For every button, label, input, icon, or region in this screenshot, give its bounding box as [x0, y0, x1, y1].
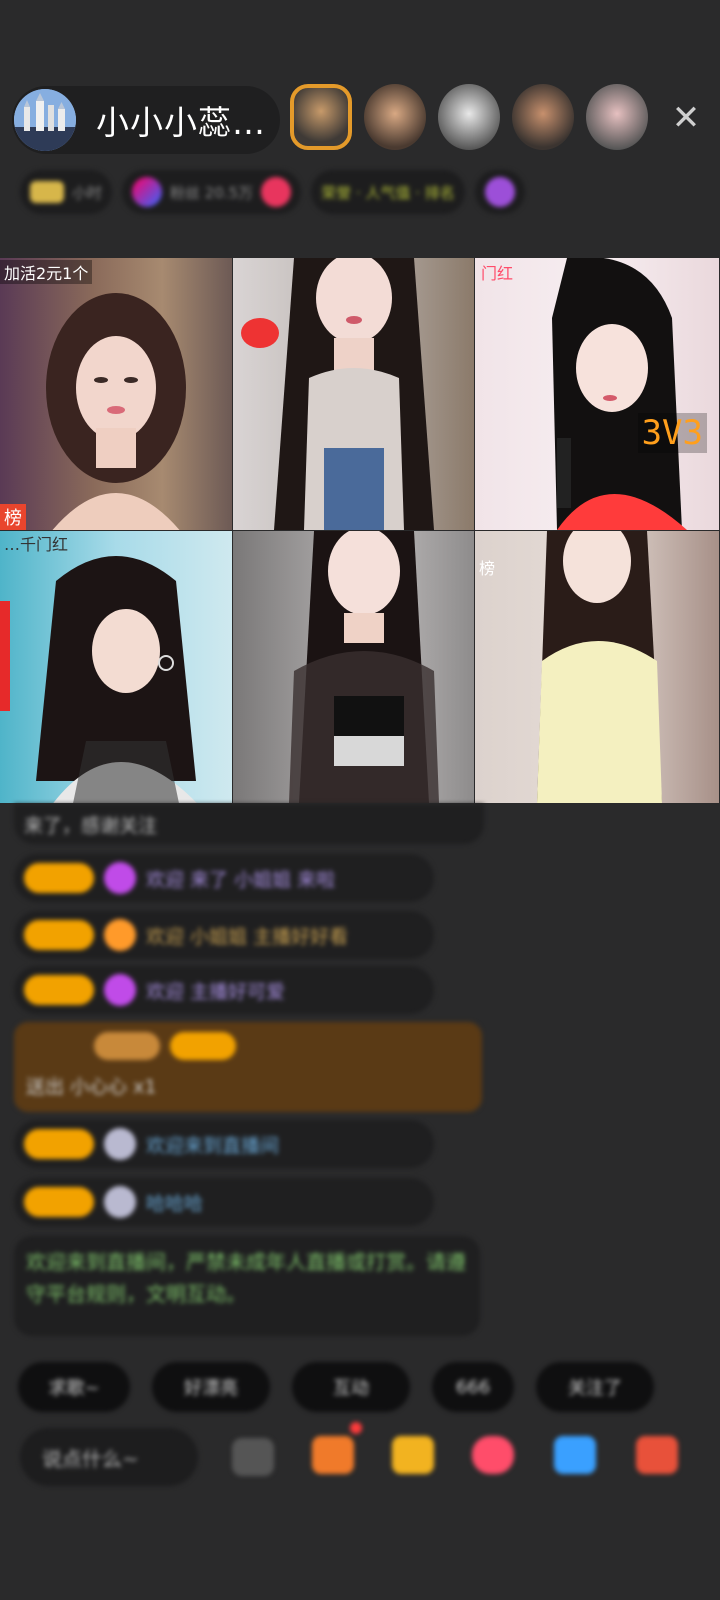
- fan-icon: [104, 919, 136, 951]
- multi-guest-video-grid: 加活2元1个 榜 门红 3V3 …千门红 榜: [0, 258, 720, 804]
- follow-icon[interactable]: [261, 177, 292, 207]
- user-icon: [104, 1186, 136, 1218]
- chat-text: 欢迎 小姐姐 主播好好看: [146, 925, 349, 948]
- chat-text: 哈哈哈: [146, 1192, 204, 1215]
- viewer-avatar-top[interactable]: [290, 84, 352, 150]
- streamer-image: [273, 258, 434, 530]
- diamond-icon: [104, 862, 136, 894]
- hour-rank-label: 小时: [72, 183, 103, 202]
- chat-message[interactable]: 来了，感谢关注: [14, 804, 484, 844]
- fans-label: 粉丝 20.5万: [170, 183, 254, 202]
- streamer-image: [46, 293, 186, 530]
- diamond-icon: [104, 974, 136, 1006]
- chat-message[interactable]: 欢迎 主播好可爱: [14, 966, 434, 1014]
- system-notice-text: 欢迎来到直播间，严禁未成年人直播或打赏。请遵守平台规则，文明互动。: [26, 1250, 466, 1306]
- rank-badge[interactable]: 榜: [0, 504, 26, 530]
- chat-icon[interactable]: [554, 1436, 596, 1474]
- cell-tag: 门红: [481, 264, 514, 283]
- viewer-avatar[interactable]: [512, 84, 574, 150]
- video-cell-1[interactable]: 加活2元1个 榜: [0, 258, 233, 531]
- sticker-icon: [241, 318, 279, 348]
- quick-phrase-button[interactable]: 666: [432, 1362, 514, 1412]
- castle-image: [14, 89, 76, 151]
- host-avatar[interactable]: [14, 89, 76, 151]
- honor-pill[interactable]: 荣誉 · 人气值 · 排名: [311, 170, 465, 214]
- video-cell-4[interactable]: …千门红: [0, 531, 233, 804]
- gift-badge: [94, 1032, 160, 1060]
- viewer-avatar[interactable]: [438, 84, 500, 150]
- streamer-image: [537, 531, 662, 803]
- level-badge: [24, 1129, 94, 1159]
- chat-message[interactable]: 欢迎 来了 小姐姐 来啦: [14, 854, 434, 902]
- level-badge: [24, 920, 94, 950]
- chat-text: 欢迎 主播好可爱: [146, 980, 286, 1003]
- level-badge: [170, 1032, 236, 1060]
- rank-icon: [30, 181, 64, 203]
- live-room-screen: 小小小蕊… ✕ 小时 粉丝 20.5万 荣誉 · 人气值 · 排名 加活2元1个…: [0, 0, 720, 1600]
- gift-icon: [484, 177, 515, 207]
- hour-rank-pill[interactable]: 小时: [20, 170, 113, 214]
- quick-phrase-button[interactable]: 关注了: [536, 1362, 654, 1412]
- gift-box-icon[interactable]: [312, 1436, 354, 1474]
- user-icon: [104, 1128, 136, 1160]
- system-notice: 欢迎来到直播间，严禁未成年人直播或打赏。请遵守平台规则，文明互动。: [14, 1236, 480, 1336]
- chat-text: 欢迎来到直播间: [146, 1134, 280, 1157]
- cell-tag: 榜: [479, 559, 496, 578]
- fans-pill[interactable]: 粉丝 20.5万: [122, 170, 302, 214]
- chat-text: 来了，感谢关注: [24, 814, 158, 837]
- quick-phrase-button[interactable]: 互动: [292, 1362, 410, 1412]
- gift-icon[interactable]: [392, 1436, 434, 1474]
- close-icon[interactable]: ✕: [666, 98, 706, 138]
- quick-phrase-button[interactable]: 求歌~: [18, 1362, 130, 1412]
- quick-phrase-button[interactable]: 好漂亮: [152, 1362, 270, 1412]
- gift-message[interactable]: 送出 小心心 x1: [14, 1022, 482, 1112]
- level-badge: [24, 863, 94, 893]
- chat-text: 欢迎 来了 小姐姐 来啦: [146, 868, 336, 891]
- level-badge: [24, 1187, 94, 1217]
- chat-message[interactable]: 欢迎来到直播间: [14, 1120, 434, 1168]
- level-badge: [24, 975, 94, 1005]
- banner-icon: [0, 601, 10, 711]
- viewer-avatar[interactable]: [364, 84, 426, 150]
- comment-input[interactable]: 说点什么~: [20, 1428, 198, 1486]
- notification-dot: [350, 1422, 362, 1434]
- cell-tag: …千门红: [4, 535, 69, 554]
- more-pill[interactable]: [474, 170, 525, 214]
- video-cell-2[interactable]: [233, 258, 475, 531]
- cell-tag: 加活2元1个: [0, 260, 93, 284]
- emoji-icon[interactable]: [232, 1438, 274, 1476]
- video-cell-3[interactable]: 门红 3V3: [475, 258, 720, 531]
- top-viewers: [290, 84, 648, 150]
- video-cell-6[interactable]: 榜: [475, 531, 720, 804]
- fans-icon: [132, 177, 163, 207]
- quick-phrases: 求歌~ 好漂亮 互动 666 关注了: [18, 1362, 654, 1412]
- streamer-image: [288, 531, 439, 803]
- host-info-pill[interactable]: 小小小蕊…: [12, 86, 280, 154]
- lucky-icon[interactable]: [472, 1436, 514, 1474]
- host-name[interactable]: 小小小蕊…: [96, 96, 266, 144]
- more-icon[interactable]: [636, 1436, 678, 1474]
- viewer-avatar[interactable]: [586, 84, 648, 150]
- streamer-image: [36, 556, 197, 803]
- chat-message[interactable]: 欢迎 小姐姐 主播好好看: [14, 911, 434, 959]
- video-cell-5[interactable]: [233, 531, 475, 804]
- room-info-row: 小时 粉丝 20.5万 荣誉 · 人气值 · 排名: [20, 168, 690, 216]
- honor-label: 荣誉 · 人气值 · 排名: [321, 183, 455, 202]
- gift-text: 送出 小心心 x1: [26, 1076, 157, 1098]
- streamer-image: [552, 258, 687, 530]
- pk-score: 3V3: [637, 413, 707, 453]
- chat-message[interactable]: 哈哈哈: [14, 1178, 434, 1226]
